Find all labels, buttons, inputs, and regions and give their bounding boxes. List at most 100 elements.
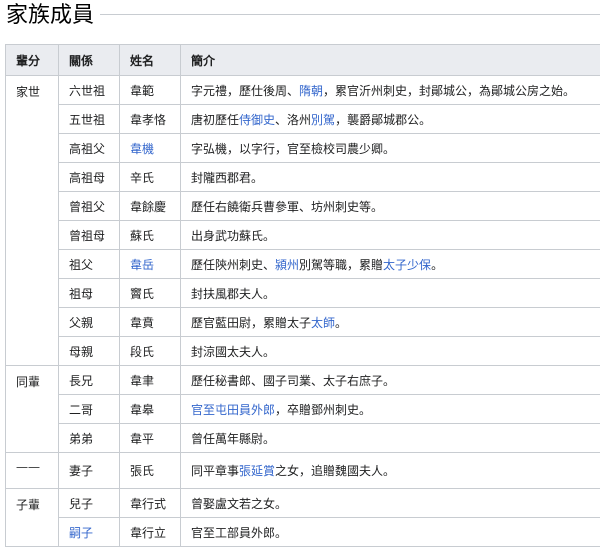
intro-text: 封涼國太夫人。 [191,345,275,359]
relation-cell: 祖父 [59,250,120,279]
name-cell: 韋範 [120,76,181,105]
intro-cell: 出身武功蘇氏。 [181,221,600,250]
table-row: 同輩長兄韋聿歷任秘書郎、國子司業、太子右庶子。 [6,366,600,395]
table-row: 祖父韋岳歷任陝州刺史、潁州別駕等職，累贈太子少保。 [6,250,600,279]
intro-text: 封扶風郡夫人。 [191,287,275,301]
relation-cell: 弟弟 [59,424,120,453]
intro-cell: 歷任陝州刺史、潁州別駕等職，累贈太子少保。 [181,250,600,279]
relation-cell: 曾祖母 [59,221,120,250]
intro-text: ，卒贈鄧州刺史。 [275,403,371,417]
intro-text: 、洛州 [275,113,311,127]
name-cell[interactable]: 韋機 [120,134,181,163]
table-row: 子輩兒子韋行式曾娶盧文若之女。 [6,489,600,518]
name-cell: 段氏 [120,337,181,366]
relation-cell: 母親 [59,337,120,366]
relation-cell: 高祖母 [59,163,120,192]
relation-cell: 五世祖 [59,105,120,134]
intro-text: 出身武功蘇氏。 [191,229,275,243]
generation-cell: 子輩 [6,489,59,547]
intro-link[interactable]: 侍御史 [239,113,275,127]
relation-cell: 兒子 [59,489,120,518]
intro-cell: 歷官藍田尉，累贈太子太師。 [181,308,600,337]
intro-text: 。 [335,316,347,330]
intro-link[interactable]: 隋朝 [299,84,323,98]
intro-text: 字元禮，歷仕後周、 [191,84,299,98]
table-body: 家世六世祖韋範字元禮，歷仕後周、隋朝，累官沂州刺史，封鄖城公，為鄖城公房之始。五… [6,76,600,547]
generation-cell: 同輩 [6,366,59,453]
intro-cell: 曾娶盧文若之女。 [181,489,600,518]
relation-cell: 二哥 [59,395,120,424]
name-cell: 韋聿 [120,366,181,395]
name-cell: 韋行立 [120,518,181,547]
intro-text: 別駕等職，累贈 [299,258,383,272]
name-cell: 辛氏 [120,163,181,192]
intro-link[interactable]: 太子少保 [383,258,431,272]
intro-cell: 封涼國太夫人。 [181,337,600,366]
intro-text: 官至工部員外郎。 [191,526,287,540]
table-row: 嗣子韋行立官至工部員外郎。 [6,518,600,547]
relation-cell: 祖母 [59,279,120,308]
family-members-table: 輩分 關係 姓名 簡介 家世六世祖韋範字元禮，歷仕後周、隋朝，累官沂州刺史，封鄖… [5,44,600,547]
column-header-relation: 關係 [59,45,120,76]
table-row: 二哥韋皋官至屯田員外郎，卒贈鄧州刺史。 [6,395,600,424]
name-cell: 韋餘慶 [120,192,181,221]
relation-cell: 高祖父 [59,134,120,163]
name-cell: 韋皋 [120,395,181,424]
name-cell[interactable]: 韋岳 [120,250,181,279]
intro-cell: 字弘機，以字行，官至檢校司農少卿。 [181,134,600,163]
relation-cell[interactable]: 嗣子 [59,518,120,547]
intro-cell: 官至工部員外郎。 [181,518,600,547]
generation-cell: 家世 [6,76,59,366]
intro-text: ，累官沂州刺史，封鄖城公，為鄖城公房之始。 [323,84,575,98]
intro-text: 曾任萬年縣尉。 [191,432,275,446]
intro-cell: 歷任秘書郎、國子司業、太子右庶子。 [181,366,600,395]
relation-cell: 六世祖 [59,76,120,105]
column-header-name: 姓名 [120,45,181,76]
intro-cell: 歷任右饒衛兵曹參軍、坊州刺史等。 [181,192,600,221]
generation-cell: —— [6,453,59,489]
intro-text: ，襲爵鄖城郡公。 [335,113,431,127]
intro-text: 歷任秘書郎、國子司業、太子右庶子。 [191,374,395,388]
name-cell: 張氏 [120,453,181,489]
column-header-generation: 輩分 [6,45,59,76]
intro-link[interactable]: 官至屯田員外郎 [191,403,275,417]
intro-text: 曾娶盧文若之女。 [191,497,287,511]
table-row: 祖母竇氏封扶風郡夫人。 [6,279,600,308]
relation-cell: 長兄 [59,366,120,395]
name-cell: 韋賁 [120,308,181,337]
relation-cell: 父親 [59,308,120,337]
table-row: 高祖父韋機字弘機，以字行，官至檢校司農少卿。 [6,134,600,163]
intro-link[interactable]: 潁州 [275,258,299,272]
intro-link[interactable]: 別駕 [311,113,335,127]
name-cell: 竇氏 [120,279,181,308]
name-cell: 韋孝恪 [120,105,181,134]
table-row: 父親韋賁歷官藍田尉，累贈太子太師。 [6,308,600,337]
section-divider [100,14,600,15]
relation-cell: 曾祖父 [59,192,120,221]
name-cell: 蘇氏 [120,221,181,250]
table-row: 家世六世祖韋範字元禮，歷仕後周、隋朝，累官沂州刺史，封鄖城公，為鄖城公房之始。 [6,76,600,105]
section-title: 家族成員 [6,2,94,30]
table-row: 五世祖韋孝恪唐初歷任侍御史、洛州別駕，襲爵鄖城郡公。 [6,105,600,134]
intro-text: 歷官藍田尉，累贈太子 [191,316,311,330]
intro-text: 唐初歷任 [191,113,239,127]
intro-text: 歷任陝州刺史、 [191,258,275,272]
intro-text: 之女，追贈魏國夫人。 [275,464,395,478]
intro-cell: 唐初歷任侍御史、洛州別駕，襲爵鄖城郡公。 [181,105,600,134]
intro-text: 字弘機，以字行，官至檢校司農少卿。 [191,142,395,156]
intro-text: 。 [431,258,443,272]
table-row: 弟弟韋平曾任萬年縣尉。 [6,424,600,453]
table-row: ——妻子張氏同平章事張延賞之女，追贈魏國夫人。 [6,453,600,489]
relation-cell: 妻子 [59,453,120,489]
intro-text: 歷任右饒衛兵曹參軍、坊州刺史等。 [191,200,383,214]
intro-link[interactable]: 張延賞 [239,464,275,478]
name-cell: 韋平 [120,424,181,453]
intro-cell: 封扶風郡夫人。 [181,279,600,308]
name-cell: 韋行式 [120,489,181,518]
table-header-row: 輩分 關係 姓名 簡介 [6,45,600,76]
intro-link[interactable]: 太師 [311,316,335,330]
intro-cell: 封隴西郡君。 [181,163,600,192]
table-row: 母親段氏封涼國太夫人。 [6,337,600,366]
intro-text: 封隴西郡君。 [191,171,263,185]
table-row: 曾祖父韋餘慶歷任右饒衛兵曹參軍、坊州刺史等。 [6,192,600,221]
